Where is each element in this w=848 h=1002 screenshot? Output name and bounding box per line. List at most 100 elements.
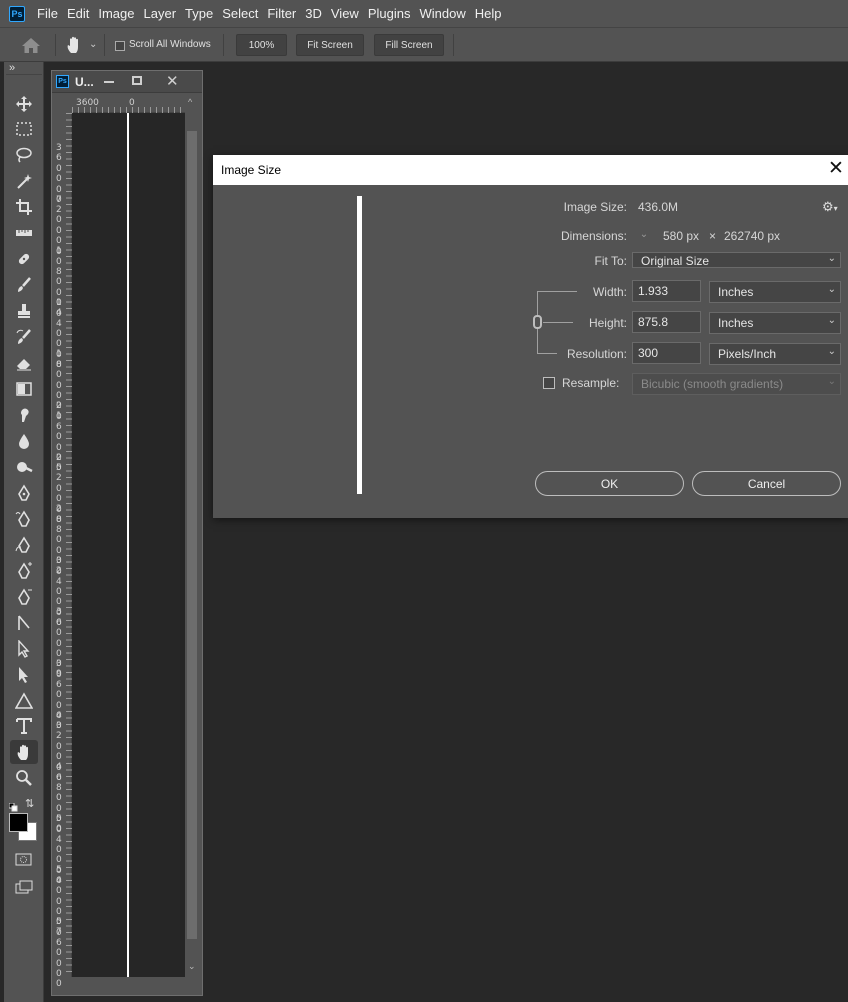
quick-mask-icon[interactable] [15,853,32,866]
cancel-button[interactable]: Cancel [692,471,841,496]
dodge-tool-icon[interactable] [10,455,38,479]
blur-tool-icon[interactable] [10,429,38,453]
chevron-down-icon: ⌄ [827,315,836,326]
resample-checkbox[interactable] [543,377,555,389]
scrollbar-thumb[interactable] [187,131,197,939]
image-preview[interactable] [357,196,362,494]
brush-tool-icon[interactable] [10,273,38,297]
hand-tool-preset-icon[interactable] [65,35,85,55]
ruler-tool-icon[interactable] [10,221,38,245]
document-title-bar[interactable]: Ps U... ✕ [52,71,202,93]
menu-file[interactable]: File [37,6,58,21]
menu-3d[interactable]: 3D [305,6,322,21]
gear-icon[interactable]: ⚙▾ [822,199,838,215]
direct-selection-tool-icon[interactable] [10,663,38,687]
move-tool-icon[interactable] [10,92,38,116]
history-brush-tool-icon[interactable] [10,325,38,349]
gradient-tool-icon[interactable] [10,377,38,401]
document-title: U... [75,75,94,89]
smudge-tool-icon[interactable] [10,403,38,427]
magic-wand-tool-icon[interactable] [10,169,38,193]
horizontal-ruler[interactable]: 3600 0 [72,95,185,113]
freeform-pen-tool-icon[interactable] [10,507,38,531]
lasso-tool-icon[interactable] [10,143,38,167]
chevron-down-icon[interactable]: ⌄ [89,39,97,50]
options-bar: ⌄ Scroll All Windows 100% Fit Screen Fil… [0,27,848,62]
menu-edit[interactable]: Edit [67,6,89,21]
chevron-down-icon: ⌄ [827,376,836,387]
fit-screen-button[interactable]: Fit Screen [296,34,364,56]
convert-point-tool-icon[interactable] [10,611,38,635]
resolution-input[interactable]: 300 [632,342,701,364]
shape-tool-icon[interactable] [10,689,38,713]
vertical-scrollbar[interactable]: ^ ⌄ [185,95,200,977]
menu-select[interactable]: Select [222,6,258,21]
scroll-up-icon[interactable]: ^ [188,97,192,107]
healing-tool-icon[interactable] [10,247,38,271]
ruler-label: 5760000 [56,917,62,990]
close-icon[interactable]: ✕ [826,159,846,179]
width-unit-select[interactable]: Inches ⌄ [709,281,841,303]
screen-mode-icon[interactable] [15,880,33,894]
link-bracket [537,353,557,354]
canvas[interactable] [72,113,185,977]
link-bracket [543,322,573,323]
fit-to-label: Fit To: [594,254,627,268]
document-window: Ps U... ✕ 3600 0 360000 720000 1080000 1440… [51,70,203,996]
document-ps-icon: Ps [56,75,69,88]
photoshop-logo-icon[interactable]: Ps [9,5,25,22]
resolution-unit-select[interactable]: Pixels/Inch ⌄ [709,343,841,365]
minimize-icon[interactable] [104,81,114,83]
zoom-100-button[interactable]: 100% [236,34,287,56]
width-input[interactable]: 1.933 [632,280,701,302]
dimensions-unit-chevron-icon[interactable]: ⌄ [636,227,652,243]
link-bracket [537,291,577,292]
pen-tool-icon[interactable] [10,481,38,505]
menu-window[interactable]: Window [419,6,465,21]
type-tool-icon[interactable] [10,714,38,738]
stamp-tool-icon[interactable] [10,299,38,323]
scroll-down-icon[interactable]: ⌄ [188,961,196,972]
maximize-icon[interactable] [132,76,142,85]
foreground-color-swatch[interactable] [9,813,28,832]
eraser-tool-icon[interactable] [10,351,38,375]
menu-help[interactable]: Help [475,6,502,21]
constrain-proportions-link-icon[interactable] [533,315,542,329]
default-colors-icon[interactable] [8,799,18,812]
hand-tool-icon[interactable] [10,740,38,764]
ok-button[interactable]: OK [535,471,684,496]
marquee-tool-icon[interactable] [10,117,38,141]
dialog-title-bar[interactable]: Image Size ✕ [213,155,848,185]
dimensions-height: 262740 px [724,229,781,243]
fit-to-value: Original Size [641,254,710,268]
menu-type[interactable]: Type [185,6,213,21]
curvature-pen-tool-icon[interactable] [10,533,38,557]
add-anchor-tool-icon[interactable] [10,559,38,583]
height-unit-select[interactable]: Inches ⌄ [709,312,841,334]
menu-layer[interactable]: Layer [144,6,177,21]
separator [104,34,105,56]
fill-screen-button[interactable]: Fill Screen [374,34,444,56]
delete-anchor-tool-icon[interactable] [10,585,38,609]
close-document-icon[interactable]: ✕ [166,72,179,90]
tools-panel: » ⇅ [4,62,44,1002]
menu-image[interactable]: Image [98,6,134,21]
path-selection-tool-icon[interactable] [10,637,38,661]
zoom-tool-icon[interactable] [10,766,38,790]
resample-method-select[interactable]: Bicubic (smooth gradients) ⌄ [632,373,841,395]
crop-tool-icon[interactable] [10,195,38,219]
home-icon[interactable] [21,37,41,54]
menu-plugins[interactable]: Plugins [368,6,411,21]
dimensions-x: × [709,229,717,243]
vertical-ruler[interactable]: 360000 720000 1080000 1440000 1800000 2160000… [52,113,72,989]
separator [453,34,454,56]
dialog-title: Image Size [221,163,282,177]
menu-filter[interactable]: Filter [267,6,296,21]
scroll-all-checkbox[interactable] [115,41,125,51]
collapse-panel-icon[interactable]: » [9,62,15,74]
menu-view[interactable]: View [331,6,359,21]
height-input[interactable]: 875.8 [632,311,701,333]
fit-to-select[interactable]: Original Size ⌄ [632,252,841,268]
height-unit-value: Inches [718,316,754,330]
swap-colors-icon[interactable]: ⇅ [25,797,34,810]
